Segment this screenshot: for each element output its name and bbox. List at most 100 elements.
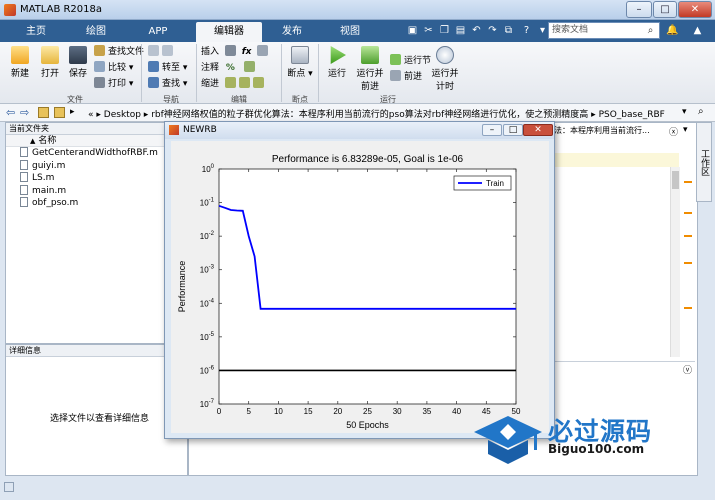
breadcrumb-overflow[interactable]: « <box>88 110 94 120</box>
file-item[interactable]: obf_pso.m <box>6 197 187 210</box>
find-files-button[interactable]: 查找文件 <box>94 45 144 59</box>
browse-folder-icon[interactable] <box>54 107 65 118</box>
run-button[interactable]: 运行 <box>322 46 352 79</box>
tab-apps[interactable]: APP <box>136 22 180 42</box>
new-button[interactable]: 新建 <box>6 46 34 79</box>
figure-window: NEWRB – □ ✕ Performance is 6.83289e-05, … <box>164 121 555 439</box>
ribbon-collapse-icon[interactable]: ▲ <box>690 23 705 38</box>
new-icon <box>11 46 29 64</box>
editor-scrollbar[interactable] <box>670 167 680 357</box>
warning-marker[interactable] <box>684 212 692 214</box>
paste-quick-icon[interactable]: ▤ <box>453 23 468 38</box>
workspace-side-tab[interactable]: 工作区 <box>696 122 712 202</box>
goto-button[interactable]: 转至 ▾ <box>148 61 187 75</box>
name-column-header[interactable]: ▲ 名称 <box>6 135 187 147</box>
switch-window-icon[interactable]: ⧉ <box>501 23 516 38</box>
figure-maximize-button[interactable]: □ <box>503 124 523 136</box>
address-dropdown-icon[interactable]: ▸ <box>70 107 75 117</box>
editor-tab-label[interactable]: 法：本程序利用当前流行... <box>554 126 650 135</box>
find-button[interactable]: 查找 ▾ <box>148 77 187 91</box>
y-axis-label: Performance <box>177 261 187 313</box>
x-tick-label: 20 <box>333 407 342 416</box>
figure-close-button[interactable]: ✕ <box>523 124 553 136</box>
forward-arrow-icon[interactable]: ⇨ <box>20 106 29 119</box>
insert-button[interactable]: 插入 fx <box>201 45 271 59</box>
x-tick-label: 25 <box>363 407 372 416</box>
group-separator <box>318 44 319 102</box>
open-button[interactable]: 打开 <box>36 46 64 79</box>
close-button[interactable]: ✕ <box>678 1 712 18</box>
watermark: 必过源码 Biguo100.com <box>472 408 692 466</box>
file-name: guiyi.m <box>32 160 66 171</box>
figure-minimize-button[interactable]: – <box>482 124 502 136</box>
warning-marker[interactable] <box>684 307 692 309</box>
scrollbar-thumb[interactable] <box>672 171 679 189</box>
find-files-label: 查找文件 <box>108 47 145 57</box>
ribbon: 新建 打开 保存 查找文件 比较 ▾ 打印 ▾ 文件 转至 ▾ 查找 ▾ 导航 … <box>0 42 715 104</box>
warning-marker[interactable] <box>684 181 692 183</box>
insert-label: 插入 <box>201 47 220 57</box>
tab-plots[interactable]: 绘图 <box>74 22 118 42</box>
tab-editor[interactable]: 编辑器 <box>196 22 262 42</box>
indent-button[interactable]: 缩进 <box>201 77 267 91</box>
save-icon <box>69 46 87 64</box>
editor-collapse-icon[interactable]: ⓧ <box>669 125 678 138</box>
breadcrumb-separator: ▸ <box>591 110 596 120</box>
address-history-dropdown-icon[interactable]: ▾ <box>682 107 687 117</box>
compare-button[interactable]: 比较 ▾ <box>94 61 133 75</box>
figure-title: NEWRB <box>183 125 217 135</box>
x-tick-label: 10 <box>274 407 283 416</box>
breakpoints-label: 断点 <box>287 69 306 79</box>
redo-quick-icon[interactable]: ↷ <box>485 23 500 38</box>
back-arrow-icon[interactable]: ⇦ <box>6 106 15 119</box>
nav-back-icon <box>148 45 159 56</box>
back-forward-buttons[interactable] <box>148 45 176 59</box>
save-button[interactable]: 保存 <box>64 46 92 79</box>
copy-quick-icon[interactable]: ❐ <box>437 23 452 38</box>
breakpoints-button[interactable]: 断点 ▾ <box>285 46 315 79</box>
search-icon[interactable]: ⌕ <box>643 23 658 38</box>
file-name: GetCenterandWidthofRBF.m <box>32 148 158 158</box>
editor-menu-icon[interactable]: ▾ <box>683 125 688 135</box>
tab-publish[interactable]: 发布 <box>270 22 314 42</box>
group-separator <box>196 44 197 102</box>
warning-marker[interactable] <box>684 235 692 237</box>
help-quick-icon[interactable]: ? <box>519 23 534 38</box>
editor-current-line-highlight <box>555 153 679 167</box>
file-name: LS.m <box>32 173 55 183</box>
advance-button[interactable]: 前进 <box>390 70 422 84</box>
print-button[interactable]: 打印 ▾ <box>94 77 133 91</box>
tab-home[interactable]: 主页 <box>14 22 58 42</box>
run-section-button[interactable]: 运行节 <box>390 54 431 68</box>
save-quick-icon[interactable]: ▣ <box>405 23 420 38</box>
breadcrumb-desktop[interactable]: Desktop <box>104 110 141 120</box>
command-window-divider <box>555 361 695 362</box>
maximize-button[interactable]: □ <box>653 1 677 18</box>
tab-view[interactable]: 视图 <box>328 22 372 42</box>
minimize-button[interactable]: – <box>626 1 652 18</box>
comment-button[interactable]: 注释 % <box>201 61 258 75</box>
command-window-menu-icon[interactable]: ⓥ <box>683 363 692 376</box>
run-advance-icon <box>361 46 379 64</box>
up-folder-icon[interactable] <box>38 107 49 118</box>
breadcrumb-current-folder[interactable]: PSO_base_RBF <box>599 110 665 120</box>
breakpoints-icon <box>291 46 309 64</box>
wrap-comment-icon <box>243 61 255 72</box>
breadcrumb-project-folder[interactable]: rbf神经网络权值的粒子群优化算法：本程序利用当前流行的pso算法对rbf神经网… <box>151 110 588 120</box>
undo-quick-icon[interactable]: ↶ <box>469 23 484 38</box>
x-tick-label: 30 <box>393 407 402 416</box>
window-title: MATLAB R2018a <box>20 4 103 15</box>
file-item[interactable]: main.m <box>6 184 187 198</box>
new-label: 新建 <box>10 69 29 79</box>
chart-title: Performance is 6.83289e-05, Goal is 1e-0… <box>272 154 464 165</box>
file-item[interactable]: GetCenterandWidthofRBF.m <box>6 147 187 160</box>
search-folder-icon[interactable]: ⌕ <box>698 106 704 117</box>
warning-marker[interactable] <box>684 262 692 264</box>
run-advance-button[interactable]: 运行并前进 <box>354 46 386 92</box>
m-file-icon <box>20 172 28 182</box>
file-item[interactable]: LS.m <box>6 172 187 185</box>
notification-icon[interactable]: 🔔 <box>665 23 680 38</box>
cut-quick-icon[interactable]: ✂ <box>421 23 436 38</box>
file-item[interactable]: guiyi.m <box>6 159 187 173</box>
run-time-button[interactable]: 运行并计时 <box>428 46 462 92</box>
